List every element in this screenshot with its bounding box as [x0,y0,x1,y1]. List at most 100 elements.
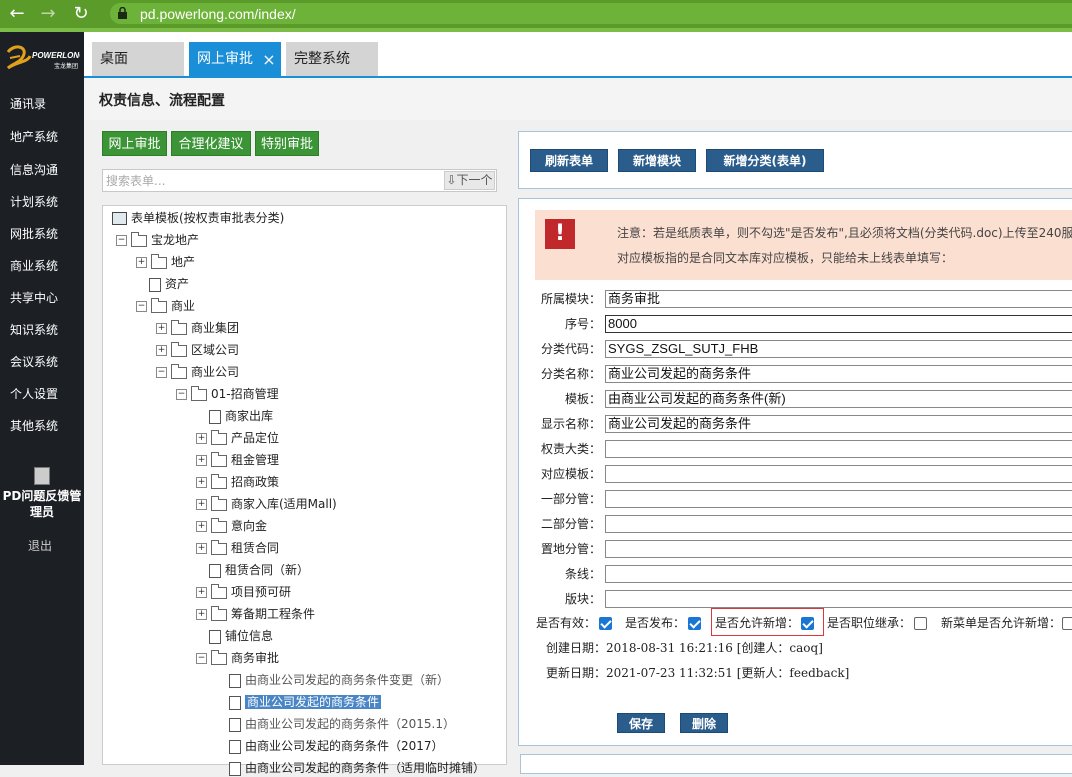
back-icon[interactable]: ← [7,3,27,25]
suggestion-button[interactable]: 合理化建议 [171,131,251,156]
feedback-admin-link[interactable]: PD问题反馈管理员 [0,488,84,520]
inherit-checkbox[interactable] [914,617,927,630]
expand-icon[interactable]: + [196,587,207,598]
tree-node[interactable]: − 宝龙地产 [116,231,199,249]
collapse-icon[interactable]: − [136,301,147,312]
tree-node[interactable]: − 01-招商管理 [176,385,279,403]
tree-node-label: 商业公司发起的商务条件 [245,695,382,709]
expand-icon[interactable]: + [196,499,207,510]
tree-node[interactable]: 由商业公司发起的商务条件变更（新） [216,671,449,689]
delete-button[interactable]: 删除 [680,713,728,733]
publish-checkbox[interactable] [688,617,701,630]
tree-node[interactable]: 由商业公司发起的商务条件（2015.1） [216,715,455,733]
online-approval-button[interactable]: 网上审批 [102,131,167,156]
field-input[interactable] [605,515,1072,533]
document-icon [229,695,241,710]
sidebar-item-info[interactable]: 信息沟通 [10,163,58,177]
tree-node[interactable]: + 商业集团 [156,319,239,337]
new-menu-checkbox[interactable] [1062,617,1072,630]
sidebar-item-realestate[interactable]: 地产系统 [10,130,58,144]
tree-node[interactable]: 由商业公司发起的商务条件（适用临时摊铺） [216,759,485,777]
collapse-icon[interactable]: − [196,653,207,664]
sidebar-item-contacts[interactable]: 通讯录 [10,97,46,111]
field-input[interactable] [605,440,1072,458]
tab-desktop[interactable]: 桌面 [92,42,184,76]
expand-icon[interactable]: + [196,521,207,532]
tree-node[interactable]: + 筹备期工程条件 [196,605,315,623]
save-button[interactable]: 保存 [617,713,665,733]
folder-icon [191,385,207,401]
expand-icon[interactable]: + [136,257,147,268]
expand-icon[interactable]: + [196,609,207,620]
tree-node[interactable]: + 意向金 [196,517,267,535]
tree-node-label: 铺位信息 [225,629,274,643]
tree-node[interactable]: + 产品定位 [196,429,279,447]
tree-node[interactable]: 表单模板(按权责审批表分类) [112,209,284,227]
tree-node-label: 租金管理 [231,453,280,467]
sidebar-item-personal[interactable]: 个人设置 [10,387,58,401]
tree-node[interactable]: − 商业公司 [156,363,239,381]
search-input[interactable] [106,173,436,189]
tree-node[interactable]: 由商业公司发起的商务条件（2017） [216,737,444,755]
expand-icon[interactable]: + [196,433,207,444]
expand-icon[interactable]: + [196,543,207,554]
sidebar-item-plan[interactable]: 计划系统 [10,195,58,209]
tree-node[interactable]: − 商业 [136,297,195,315]
folder-icon [171,319,187,335]
tree-node-label: 招商政策 [231,475,280,489]
close-tab-icon[interactable]: × [262,42,276,76]
allow-add-checkbox[interactable] [801,617,814,630]
add-module-button[interactable]: 新增模块 [618,149,696,172]
collapse-icon[interactable]: − [156,367,167,378]
sidebar-item-commerce[interactable]: 商业系统 [10,259,58,273]
refresh-form-button[interactable]: 刷新表单 [530,149,608,172]
tree-node[interactable]: + 商家入库(适用Mall) [196,495,337,513]
tree-node[interactable]: + 地产 [136,253,195,271]
field-input[interactable]: 商业公司发起的商务条件 [605,415,1072,433]
expand-icon[interactable]: + [196,477,207,488]
collapse-icon[interactable]: − [176,389,187,400]
tree-node[interactable]: + 租赁合同 [196,539,279,557]
field-input[interactable]: 由商业公司发起的商务条件(新) [605,390,1072,408]
document-icon [149,277,161,292]
valid-checkbox[interactable] [599,617,612,630]
tree-node[interactable]: + 租金管理 [196,451,279,469]
sidebar-item-knowledge[interactable]: 知识系统 [10,323,58,337]
expand-icon[interactable]: + [156,323,167,334]
reload-icon[interactable]: ↻ [71,3,91,25]
tree-node[interactable]: 资产 [136,275,189,293]
add-category-button[interactable]: 新增分类(表单) [706,149,824,172]
tree-node-label: 租赁合同 [231,541,280,555]
tree-node[interactable]: 商家出库 [196,407,273,425]
tree-node[interactable]: + 项目预可研 [196,583,291,601]
field-input[interactable] [605,465,1072,483]
field-input[interactable]: 商务审批 [605,290,1072,308]
field-input[interactable]: 8000 [605,315,1072,333]
logout-link[interactable]: 退出 [28,537,52,554]
field-input[interactable] [605,540,1072,558]
sidebar-item-approval[interactable]: 网批系统 [10,227,58,241]
folder-icon [171,363,187,379]
field-input[interactable]: 商业公司发起的商务条件 [605,365,1072,383]
field-input[interactable]: SYGS_ZSGL_SUTJ_FHB [605,340,1072,358]
special-approval-button[interactable]: 特别审批 [255,131,319,156]
next-result-button[interactable]: ⇩下一个 [444,171,495,190]
field-input[interactable] [605,565,1072,583]
sidebar-item-meeting[interactable]: 会议系统 [10,355,58,369]
expand-icon[interactable]: + [156,345,167,356]
expand-icon[interactable]: + [196,455,207,466]
field-input[interactable] [605,490,1072,508]
tab-full-system[interactable]: 完整系统 [286,42,378,76]
tree-node[interactable]: 铺位信息 [196,627,273,645]
tree-node[interactable]: 租赁合同（新） [196,561,309,579]
collapse-icon[interactable]: − [116,235,127,246]
sidebar-item-shared[interactable]: 共享中心 [10,291,58,305]
tree-node[interactable]: + 招商政策 [196,473,279,491]
sidebar-item-other[interactable]: 其他系统 [10,419,58,433]
field-input[interactable] [605,590,1072,608]
tree-node[interactable]: + 区域公司 [156,341,239,359]
tree-node[interactable]: 商业公司发起的商务条件 [216,693,382,711]
tree-node-label: 商业集团 [191,321,240,335]
tree-node[interactable]: − 商务审批 [196,649,279,667]
forward-icon[interactable]: → [38,3,58,25]
